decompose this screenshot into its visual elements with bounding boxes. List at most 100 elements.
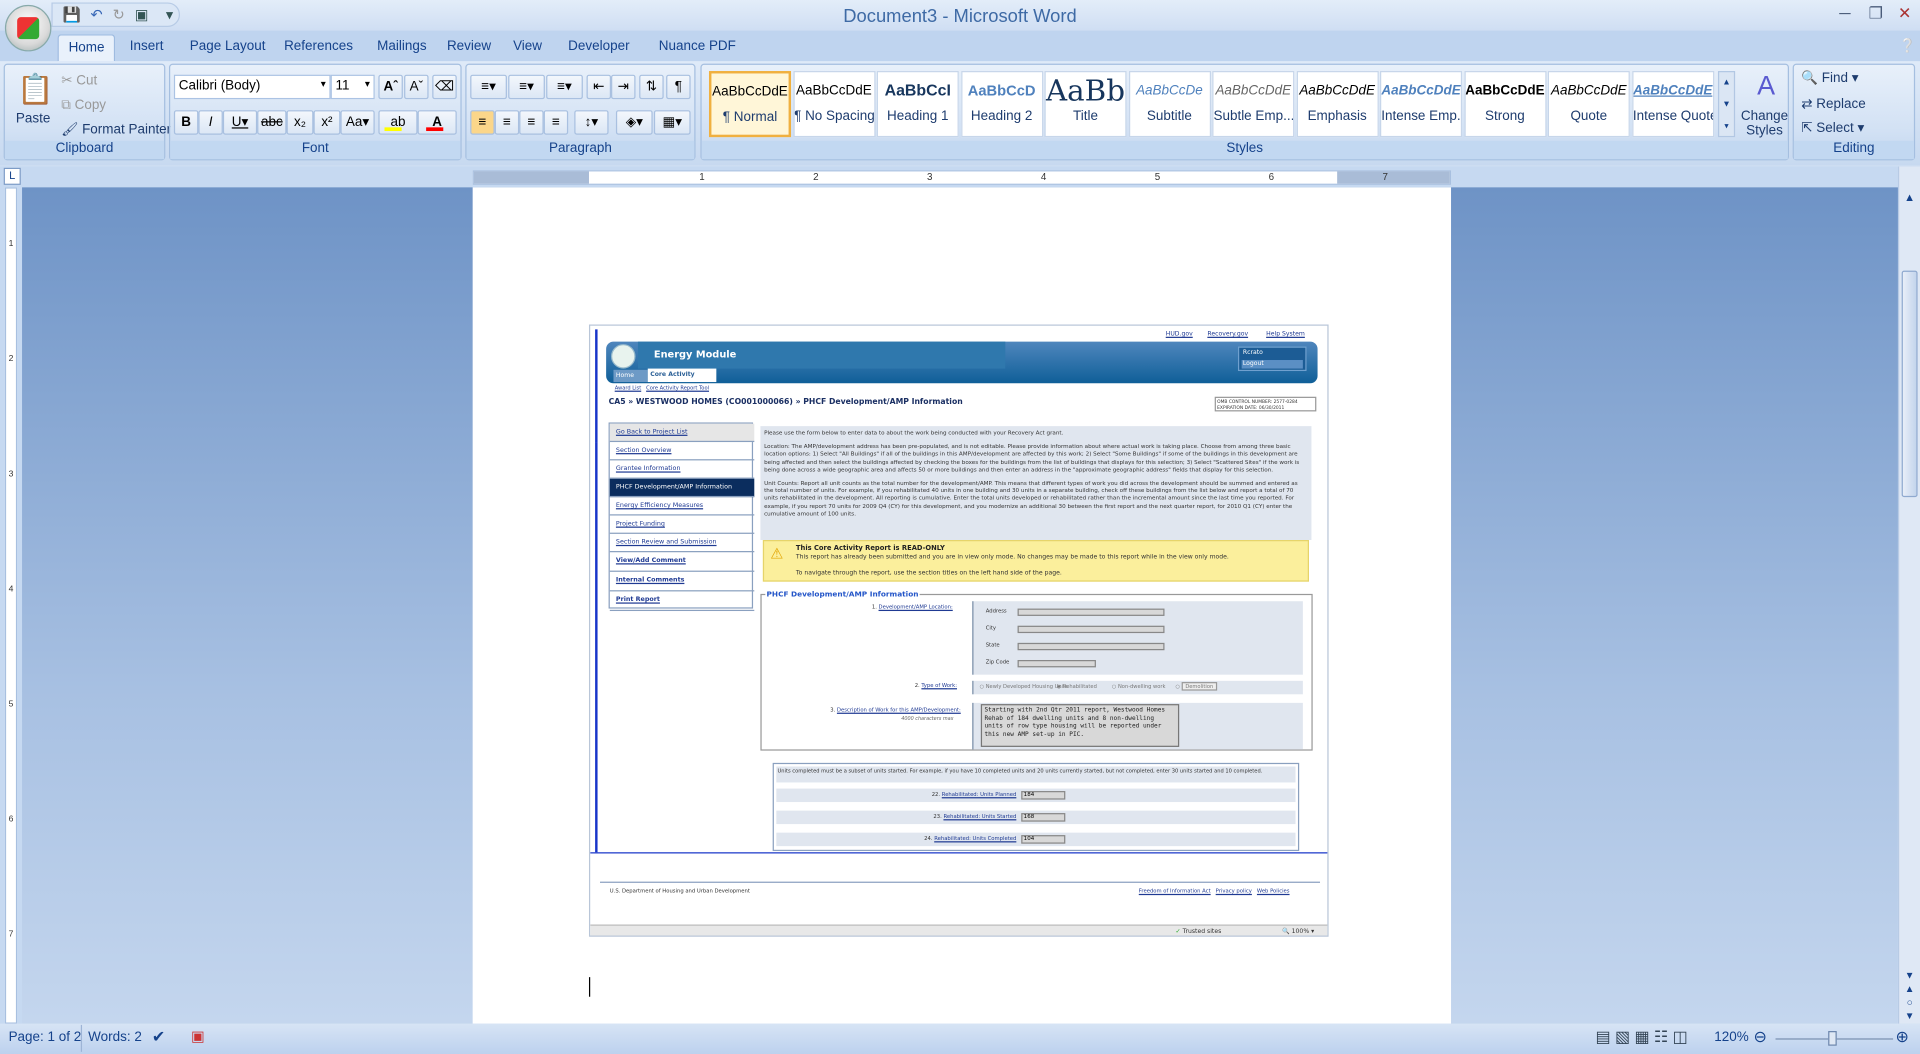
numbering-icon[interactable]: ≡▾ — [508, 74, 545, 100]
undo-icon[interactable]: ↶ — [91, 6, 103, 23]
save-icon[interactable]: 💾 — [62, 6, 80, 23]
change-styles-icon[interactable]: A — [1757, 70, 1775, 102]
nav-item[interactable]: View/Add Comment — [609, 552, 755, 572]
tab-mailings[interactable]: Mailings — [367, 34, 436, 61]
clear-formatting-icon[interactable]: ⌫ — [432, 74, 457, 100]
tab-page-layout[interactable]: Page Layout — [180, 34, 275, 61]
subscript-icon[interactable]: x₂ — [286, 110, 314, 135]
page-count[interactable]: Page: 1 of 2 — [9, 1030, 82, 1045]
justify-icon[interactable]: ≡ — [543, 110, 569, 135]
zip-input[interactable] — [1017, 660, 1096, 668]
description-textarea[interactable]: Starting with 2nd Qtr 2011 report, Westw… — [980, 704, 1180, 747]
zoom-in-icon[interactable]: ⊕ — [1896, 1027, 1909, 1047]
multilevel-list-icon[interactable]: ≡▾ — [546, 74, 583, 100]
help-icon[interactable]: ❔ — [1899, 38, 1916, 54]
radio-non-dwelling[interactable]: ○ Non-dwelling work — [1112, 683, 1166, 689]
cut-button[interactable]: ✂ Cut — [61, 72, 97, 88]
scrollbar-thumb[interactable] — [1901, 270, 1918, 498]
font-size-select[interactable]: 11 ▾ — [330, 74, 375, 100]
format-painter-button[interactable]: 🖌 Format Painter — [61, 121, 171, 137]
zoom-slider-thumb[interactable] — [1828, 1031, 1837, 1046]
font-color-icon[interactable]: A — [417, 110, 457, 135]
vertical-scrollbar[interactable]: ▲ ▼ ▲ ○ ▼ — [1897, 166, 1920, 1024]
recovery-link[interactable]: Recovery.gov — [1207, 331, 1248, 338]
style-10[interactable]: AaBbCcDdE Quote — [1547, 71, 1630, 138]
style-7[interactable]: AaBbCcDdE Emphasis — [1296, 71, 1379, 138]
zoom-out-icon[interactable]: ⊖ — [1753, 1027, 1766, 1047]
ie-zoom[interactable]: 🔍 100% ▾ — [1282, 928, 1314, 935]
minimize-button[interactable]: ─ — [1839, 4, 1850, 22]
tab-developer[interactable]: Developer — [558, 34, 639, 61]
q1-label[interactable]: Development/AMP Location: — [879, 605, 953, 611]
nav-item[interactable]: Section Review and Submission — [609, 534, 755, 553]
unit-label[interactable]: Rehabilitated: Units Started — [943, 814, 1016, 820]
style-6[interactable]: AaBbCcDdE Subtle Emp... — [1212, 71, 1295, 138]
proofing-icon[interactable]: ✔ — [152, 1027, 165, 1047]
city-input[interactable] — [1017, 625, 1165, 634]
address-input[interactable] — [1017, 608, 1165, 616]
shading-icon[interactable]: ◈▾ — [615, 110, 653, 135]
tab-references[interactable]: References — [274, 34, 362, 61]
q2-label[interactable]: Type of Work: — [921, 683, 957, 689]
style-1[interactable]: AaBbCcDdE ¶ No Spacing — [792, 71, 875, 138]
award-list-link[interactable]: Award List — [615, 384, 642, 390]
style-0[interactable]: AaBbCcDdE ¶ Normal — [708, 71, 792, 138]
unit-input[interactable]: 184 — [1021, 791, 1066, 800]
state-input[interactable] — [1017, 642, 1165, 651]
highlight-icon[interactable]: ab — [378, 110, 418, 135]
tab-nuance-pdf[interactable]: Nuance PDF — [649, 34, 746, 61]
view-buttons[interactable]: ▤ ▧ ▦ ☷ ◫ — [1596, 1027, 1688, 1047]
line-spacing-icon[interactable]: ↕▾ — [574, 110, 609, 135]
underline-icon[interactable]: U▾ — [222, 110, 258, 135]
decrease-indent-icon[interactable]: ⇤ — [586, 74, 612, 100]
nav-tab-home[interactable]: Home — [613, 369, 648, 383]
redo-icon[interactable]: ↻ — [113, 6, 125, 23]
styles-gallery-scroll[interactable]: ▲ ▼ ▾ — [1717, 71, 1736, 138]
tab-selector-icon[interactable]: L — [3, 167, 21, 185]
nav-item[interactable]: Section Overview — [609, 442, 755, 461]
italic-icon[interactable]: I — [198, 110, 223, 135]
logout-link[interactable]: Logout — [1241, 360, 1303, 369]
unit-input[interactable]: 104 — [1021, 835, 1066, 844]
unit-label[interactable]: Rehabilitated: Units Planned — [942, 792, 1017, 798]
borders-icon[interactable]: ▦▾ — [653, 110, 691, 135]
office-button[interactable] — [4, 4, 52, 52]
bold-icon[interactable]: B — [173, 110, 199, 135]
macro-icon[interactable]: ▣ — [191, 1027, 205, 1044]
strikethrough-icon[interactable]: abc — [257, 110, 287, 135]
style-3[interactable]: AaBbCcD Heading 2 — [960, 71, 1043, 138]
align-left-icon[interactable]: ≡ — [470, 110, 495, 135]
privacy-link[interactable]: Privacy policy — [1216, 889, 1252, 895]
grow-font-icon[interactable]: Aˆ — [378, 74, 403, 100]
tab-home[interactable]: Home — [57, 34, 116, 62]
sort-icon[interactable]: ⇅ — [639, 74, 664, 100]
scroll-down-icon[interactable]: ▼ ▲ ○ ▼ — [1900, 969, 1918, 1023]
restore-button[interactable]: ❐ — [1869, 4, 1883, 24]
nav-item[interactable]: Project Funding — [609, 516, 755, 534]
nav-item[interactable]: Grantee Information — [609, 460, 755, 479]
zoom-level[interactable]: 120% — [1714, 1030, 1748, 1045]
show-formatting-icon[interactable]: ¶ — [666, 74, 691, 100]
change-case-icon[interactable]: Aa▾ — [340, 110, 375, 135]
style-5[interactable]: AaBbCcDe Subtitle — [1128, 71, 1211, 138]
change-styles-button[interactable]: Change Styles — [1740, 109, 1789, 138]
vertical-ruler[interactable]: 1 2 3 4 5 6 7 — [0, 187, 23, 1024]
paste-button[interactable]: Paste — [16, 111, 50, 126]
align-right-icon[interactable]: ≡ — [519, 110, 544, 135]
close-button[interactable]: ✕ — [1898, 4, 1911, 24]
tab-view[interactable]: View — [503, 34, 552, 61]
style-8[interactable]: AaBbCcDdE Intense Emp... — [1380, 71, 1463, 138]
superscript-icon[interactable]: x² — [313, 110, 341, 135]
nav-tab-core-activity[interactable]: Core Activity — [647, 368, 717, 383]
nav-item[interactable]: Go Back to Project List — [609, 423, 755, 443]
help-system-link[interactable]: Help System — [1266, 331, 1305, 338]
find-button[interactable]: 🔍 Find ▾ — [1801, 70, 1858, 86]
tab-insert[interactable]: Insert — [120, 34, 173, 61]
style-9[interactable]: AaBbCcDdE Strong — [1463, 71, 1546, 138]
hud-link[interactable]: HUD.gov — [1166, 331, 1193, 338]
nav-item[interactable]: Energy Efficiency Measures — [609, 497, 755, 516]
bullets-icon[interactable]: ≡▾ — [470, 74, 507, 100]
replace-button[interactable]: ⇄ Replace — [1801, 96, 1865, 112]
copy-button[interactable]: ⧉ Copy — [61, 98, 106, 114]
increase-indent-icon[interactable]: ⇥ — [611, 74, 636, 100]
